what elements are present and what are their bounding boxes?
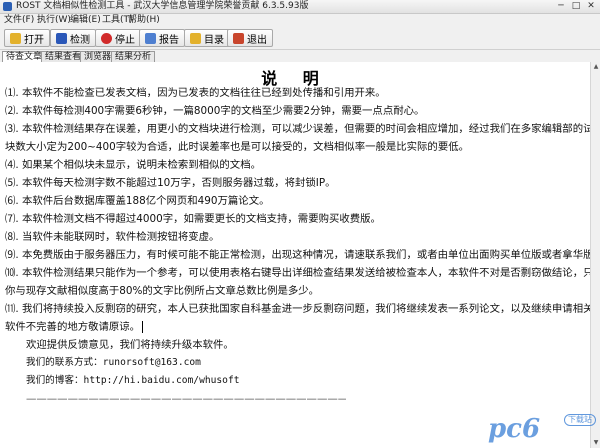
doc-line: ⑵. 本软件每检测400字需要6秒钟，一篇8000字的文档至少需要2分钟，需要一…	[5, 105, 425, 117]
minimize-button[interactable]: ─	[554, 1, 568, 11]
doc-line: 软件不完善的地方敬请原谅。	[5, 321, 141, 333]
doc-line: ⑻. 当软件未能联网时，软件检测按钮将变虚。	[5, 231, 220, 243]
app-icon	[3, 2, 12, 11]
doc-line: ⑹. 本软件后台数据库覆盖188亿个网页和490万篇论文。	[5, 195, 270, 207]
tab-browser[interactable]: 浏览器	[80, 51, 116, 62]
tab-result-view[interactable]: 结果查看	[41, 51, 86, 62]
detect-label: 检测	[70, 34, 90, 46]
doc-line: ⑺. 本软件检测文档不得超过4000字，如需要更长的文档支持，需要购买收费版。	[5, 213, 381, 225]
folder-icon	[190, 32, 201, 44]
report-label: 报告	[159, 34, 179, 46]
report-icon	[145, 32, 156, 44]
menu-execute[interactable]: 执行(W)	[37, 14, 71, 27]
blog-line: 我们的博客：http://hi.baidu.com/whusoft	[26, 375, 240, 386]
text-caret	[142, 321, 144, 333]
doc-line: ⑴. 本软件不能检查已发表文档，因为已发表的文档往往已经到处传播和引用开来。	[5, 87, 386, 99]
site-watermark: pc6 下载站	[488, 414, 596, 444]
save-disk-icon	[56, 32, 67, 44]
doc-line: ⑷. 如果某个相似块未显示，说明未检索到相似的文档。	[5, 159, 261, 171]
tab-result-analysis[interactable]: 结果分析	[111, 51, 156, 62]
contact-line: 我们的联系方式：runorsoft@163.com	[26, 357, 201, 368]
open-folder-icon	[10, 32, 21, 44]
toolbar: 打开 检测 停止 报告 目录 退出	[0, 27, 600, 50]
maximize-button[interactable]: □	[569, 1, 583, 11]
stop-icon	[101, 32, 112, 44]
menu-file[interactable]: 文件(F)	[4, 14, 34, 27]
scroll-up-icon[interactable]: ▲	[591, 62, 600, 72]
doc-line: ⑽. 本软件检测结果只能作为一个参考，可以使用表格右键导出详细检查结果发送给被检…	[5, 267, 590, 279]
open-button[interactable]: 打开	[4, 29, 50, 47]
watermark-logo: pc6	[488, 414, 541, 444]
doc-line: ⑶. 本软件检测结果存在误差，用更小的文档块进行检测，可以减少误差，但需要的时间…	[5, 123, 590, 135]
menu-bar: 文件(F) 执行(W) 编辑(E) 工具(T) 帮助(H)	[0, 14, 600, 27]
doc-line: ⑾. 我们将持续投入反剽窃的研究，本人已获批国家自科基金进一步反剽窃问题，我们将…	[5, 303, 590, 315]
open-label: 打开	[24, 34, 44, 46]
title-bar: ROST 文档相似性检测工具 - 武汉大学信息管理学院荣誉贡献 6.3.5.93…	[0, 0, 600, 14]
watermark-subtitle: 下载站	[564, 414, 596, 426]
exit-icon	[233, 32, 244, 44]
exit-button[interactable]: 退出	[227, 29, 273, 47]
doc-line: ⑸. 本软件每天检测字数不能超过10万字，否则服务器过载，将封锁IP。	[5, 177, 336, 189]
exit-label: 退出	[247, 34, 267, 46]
document-area[interactable]: 说 明 ⑴. 本软件不能检查已发表文档，因为已发表的文档往往已经到处传播和引用开…	[0, 62, 590, 448]
vertical-scrollbar[interactable]: ▲ ▼	[590, 62, 600, 448]
stop-button[interactable]: 停止	[95, 29, 141, 47]
catalog-label: 目录	[204, 34, 224, 46]
report-button[interactable]: 报告	[139, 29, 185, 47]
menu-edit[interactable]: 编辑(E)	[70, 14, 101, 27]
close-button[interactable]: ✕	[584, 1, 598, 11]
doc-line: 你与现存文献相似度高于80%的文字比例所占文章总数比例是多少。	[5, 285, 320, 297]
separator-line: ————————————————————————————————————————…	[26, 393, 346, 405]
doc-line: 块数大小定为200~400字较为合适，此时误差率也是可以接受的，文档相似率一般是…	[5, 141, 469, 153]
detect-button[interactable]: 检测	[50, 29, 96, 47]
catalog-button[interactable]: 目录	[184, 29, 230, 47]
window-title: ROST 文档相似性检测工具 - 武汉大学信息管理学院荣誉贡献 6.3.5.93…	[16, 1, 309, 11]
menu-help[interactable]: 帮助(H)	[128, 14, 160, 27]
doc-line: 欢迎提供反馈意见，我们将持续升级本软件。	[26, 339, 234, 351]
stop-label: 停止	[115, 34, 135, 46]
doc-line-with-caret: 软件不完善的地方敬请原谅。	[5, 320, 587, 334]
doc-line: ⑼. 本免费版由于服务器压力，有时候可能不能正常检测，出现这种情况，请速联系我们…	[5, 249, 590, 261]
